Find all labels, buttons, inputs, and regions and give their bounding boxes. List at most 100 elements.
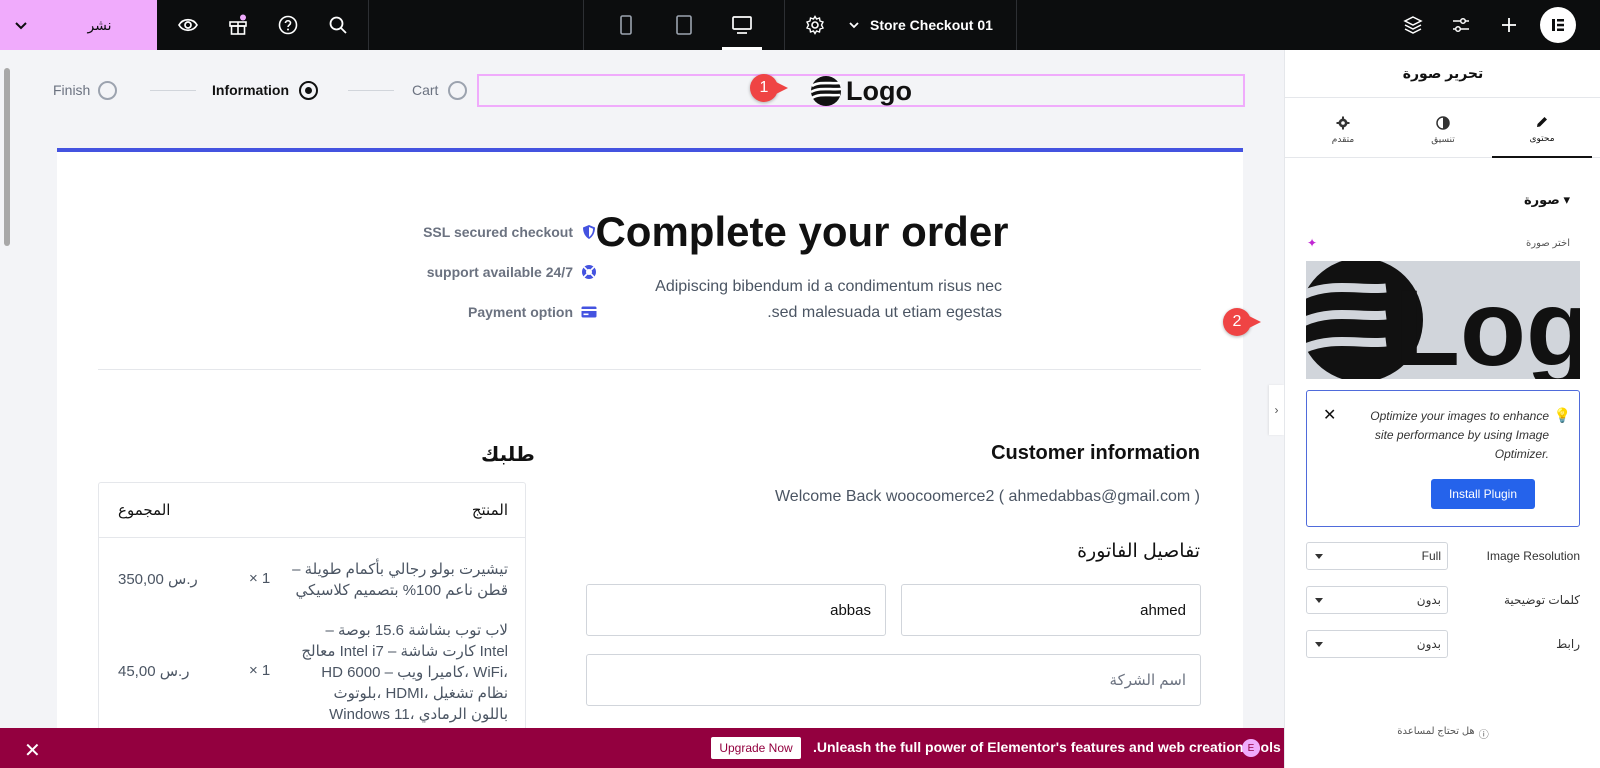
caption-control: كلمات توضيحية بدون — [1306, 586, 1580, 614]
elementor-logo-icon — [1540, 7, 1576, 43]
pencil-icon — [1537, 116, 1547, 127]
elementor-menu-button[interactable] — [1537, 0, 1579, 50]
publish-options-button[interactable] — [0, 0, 42, 50]
checkout-features: SSL secured checkout support available 2… — [347, 212, 597, 332]
order-summary-table: المنتج المجموع تيشيرت بولو رجالي بأكمام … — [98, 482, 526, 728]
document-title-dropdown[interactable]: Store Checkout 01 — [848, 0, 993, 50]
step-label-cart: Cart — [412, 82, 439, 98]
step-connector — [348, 90, 394, 91]
tablet-view-button[interactable] — [664, 0, 704, 50]
help-icon: ⓘ — [1478, 730, 1489, 741]
gear-icon — [1336, 116, 1350, 129]
order-item-qty: × 1 — [249, 570, 271, 587]
close-icon[interactable]: ✕ — [24, 738, 41, 763]
logo-mark-icon — [810, 76, 842, 106]
step-information: Information — [212, 78, 318, 102]
section-image-toggle[interactable]: صورة ▾ — [1524, 192, 1570, 208]
checkout-card: SSL secured checkout support available 2… — [57, 148, 1243, 728]
tab-advanced[interactable]: متقدم — [1293, 102, 1393, 158]
welcome-message: Welcome Back woocoomerce2 ( ahmedabbas@g… — [774, 488, 1200, 505]
total-column-header: المجموع — [118, 502, 171, 519]
order-item-qty: × 1 — [249, 662, 271, 679]
divider — [98, 369, 1201, 370]
order-item-price: 45,00 ر.س — [118, 663, 190, 680]
editor-canvas: Finish Information Cart Logo 1 › SSL sec… — [0, 50, 1284, 728]
feature-ssl: SSL secured checkout — [347, 212, 597, 252]
step-label-finish: Finish — [53, 82, 91, 98]
editor-panel: تحرير صورة محتوى تنسيق متقدم صورة ▾ اختر… — [1223, 50, 1600, 768]
logo-text: Logo — [846, 75, 912, 106]
desktop-view-button[interactable] — [722, 0, 762, 50]
document-title: Store Checkout 01 — [870, 17, 993, 33]
svg-text:Logo: Logo — [1394, 267, 1580, 379]
step-finish: Finish — [53, 78, 118, 102]
layers-icon — [1403, 16, 1423, 34]
promo-text: .Unleash the full power of Elementor's f… — [813, 739, 1281, 755]
plus-icon — [1502, 18, 1516, 32]
page-subtext: Adipiscing bibendum id a condimentum ris… — [655, 278, 1002, 321]
link-select[interactable]: بدون — [1306, 630, 1448, 658]
step-indicator-cart — [448, 80, 468, 100]
first-name-field[interactable]: ahmed — [901, 584, 1201, 636]
help-button[interactable] — [268, 0, 308, 50]
image-resolution-select[interactable]: Full — [1306, 542, 1448, 570]
contrast-icon — [1436, 115, 1450, 130]
caret-down-icon — [1315, 642, 1323, 647]
add-element-button[interactable] — [1489, 0, 1529, 50]
settings-icon — [806, 15, 824, 35]
need-help-link[interactable]: هل تحتاج لمساعدة ⓘ — [1285, 726, 1600, 741]
lightbulb-icon: 💡 — [1553, 407, 1571, 423]
feature-support: support available 24/7 — [347, 252, 597, 292]
feature-payment: Payment option — [347, 292, 597, 332]
gift-icon — [229, 14, 247, 35]
customer-info-title: Customer information — [991, 442, 1200, 464]
your-order-title: طلبك — [481, 444, 535, 466]
device-switcher — [583, 0, 783, 50]
page-settings-button[interactable] — [795, 0, 835, 50]
ai-sparkle-icon[interactable]: ✦ — [1307, 236, 1317, 250]
site-settings-button[interactable] — [1441, 0, 1481, 50]
step-indicator-information — [299, 80, 318, 100]
preview-button[interactable] — [168, 0, 208, 50]
desktop-icon — [732, 16, 752, 34]
search-button[interactable] — [318, 0, 358, 50]
tab-style[interactable]: تنسيق — [1393, 102, 1493, 158]
panel-toggle-button[interactable]: › — [1269, 385, 1284, 435]
sliders-icon — [1453, 17, 1469, 33]
caret-down-icon: ▾ — [1563, 192, 1570, 207]
whats-new-button[interactable] — [218, 0, 258, 50]
caption-select[interactable]: بدون — [1306, 586, 1448, 614]
image-preview[interactable]: Logo — [1306, 261, 1580, 379]
order-item-name: لاب توب بشاشة 15.6 بوصة – معالج Intel i7… — [301, 622, 508, 723]
search-icon — [329, 16, 347, 34]
panel-title: تحرير صورة — [1285, 50, 1600, 98]
site-logo[interactable]: Logo — [810, 76, 912, 106]
publish-button[interactable]: نشر — [42, 0, 157, 50]
canvas-scrollbar-thumb[interactable] — [4, 68, 10, 246]
image-optimizer-notice: ✕ 💡 Optimize your images to enhance site… — [1306, 390, 1580, 527]
choose-image-label: اختر صورة — [1526, 238, 1570, 249]
step-label-information: Information — [212, 82, 289, 98]
order-item-price: 350,00 ر.س — [118, 571, 198, 588]
caret-down-icon — [1315, 554, 1323, 559]
tablet-icon — [676, 15, 692, 35]
upgrade-promo-bar: ✕ Upgrade Now .Unleash the full power of… — [0, 728, 1284, 768]
upgrade-now-button[interactable]: Upgrade Now — [711, 737, 801, 759]
order-table-header: المنتج المجموع — [99, 483, 525, 538]
panel-tabs: محتوى تنسيق متقدم — [1285, 102, 1600, 158]
tab-content[interactable]: محتوى — [1492, 102, 1592, 158]
mobile-view-button[interactable] — [606, 0, 646, 50]
chevron-down-icon — [849, 22, 859, 29]
step-cart: Cart — [412, 78, 468, 102]
link-control: رابط بدون — [1306, 630, 1580, 658]
mobile-icon — [620, 15, 632, 35]
editor-topbar: نشر Store Checkout 01 — [0, 0, 1600, 50]
company-name-field[interactable]: اسم الشركة — [586, 654, 1201, 706]
help-icon — [278, 15, 298, 35]
install-plugin-button[interactable]: Install Plugin — [1431, 479, 1535, 509]
structure-button[interactable] — [1393, 0, 1433, 50]
last-name-field[interactable]: abbas — [586, 584, 886, 636]
optimize-message: Optimize your images to enhance site per… — [1370, 409, 1549, 461]
annotation-badge-2: 2 — [1223, 308, 1261, 336]
close-icon[interactable]: ✕ — [1323, 405, 1336, 425]
